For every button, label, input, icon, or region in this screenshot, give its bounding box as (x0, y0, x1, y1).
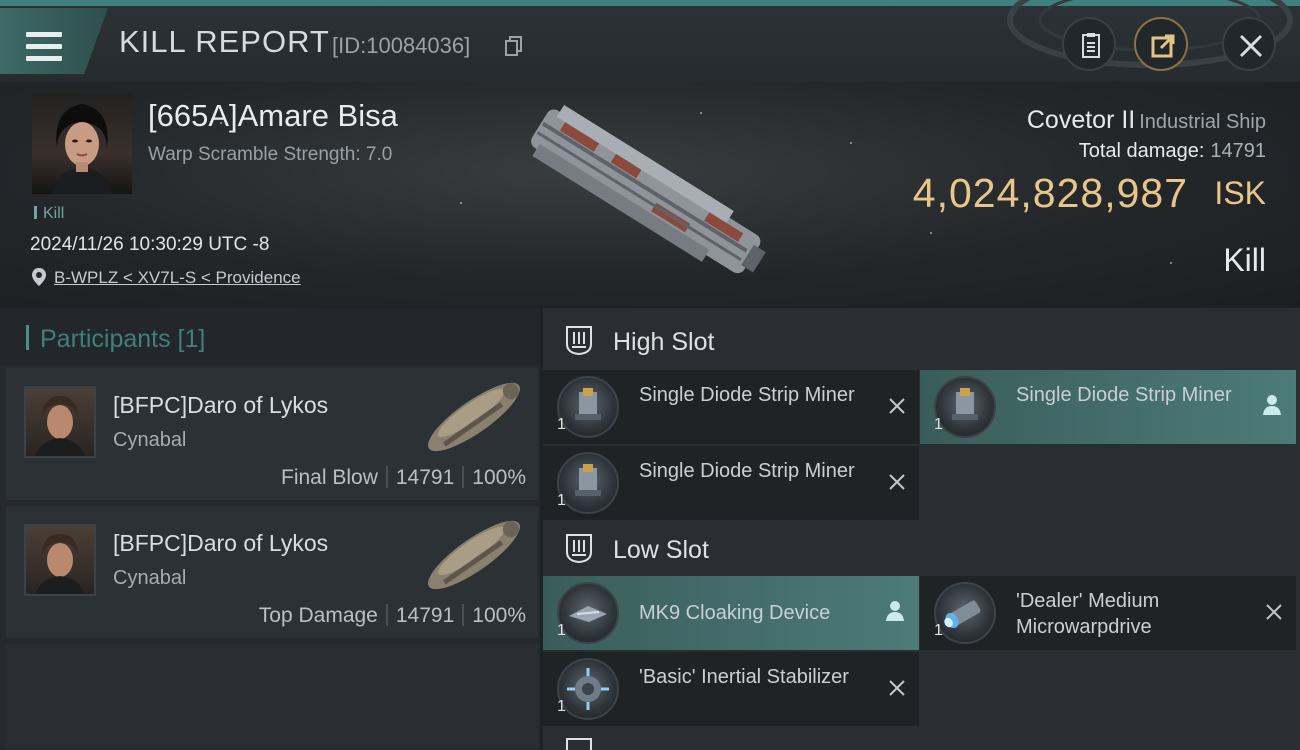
location-pin-icon (32, 268, 46, 286)
participant-ship: Cynabal (113, 567, 187, 589)
menu-button[interactable] (0, 8, 108, 74)
module-quantity: 1 (557, 622, 566, 639)
report-id: [ID:10084036] (332, 33, 471, 58)
module-name: Single Diode Strip Miner (1016, 384, 1232, 406)
destroyed-x-icon (1266, 604, 1282, 620)
destroyed-x-icon (889, 680, 905, 696)
location-link[interactable]: B-WPLZ < XV7L-S < Providence (54, 268, 301, 288)
low-slot-icon (566, 534, 592, 564)
high-slot-icon (566, 326, 592, 356)
participant-name[interactable]: [BFPC]Daro of Lykos (113, 530, 328, 557)
module-item[interactable]: 1 'Dealer' Medium Microwarpdrive (920, 576, 1296, 650)
participant-stats: Final Blow 14791 100% (281, 466, 526, 489)
fitting-panel: High Slot 1 Single Diode Strip Miner 1 S… (543, 308, 1300, 750)
strip-miner-icon (934, 376, 996, 438)
module-quantity: 1 (934, 622, 943, 639)
participants-empty-area (6, 644, 538, 748)
module-item[interactable]: 1 'Basic' Inertial Stabilizer (543, 652, 919, 726)
total-damage: Total damage: 14791 (1078, 140, 1266, 162)
menu-icon (26, 32, 62, 62)
participant-portrait[interactable] (24, 386, 96, 458)
copy-icon[interactable] (505, 36, 523, 56)
participants-panel: Participants [1] [BFPC]Daro of Lykos Cyn… (0, 308, 540, 750)
participant-row[interactable]: [BFPC]Daro of Lykos Cynabal Top Damage 14… (6, 506, 538, 638)
participant-ship-image (428, 520, 520, 590)
module-item[interactable]: 1 Single Diode Strip Miner (543, 446, 919, 520)
participants-header: Participants [1] (0, 308, 540, 366)
participant-ship-image (428, 382, 520, 452)
module-item[interactable]: 1 Single Diode Strip Miner (920, 370, 1296, 444)
next-slot-icon (566, 738, 592, 750)
destroyed-x-icon (889, 398, 905, 414)
inertial-stabilizer-icon (557, 658, 619, 720)
victim-summary: [665A]Amare Bisa Warp Scramble Strength:… (0, 82, 1300, 306)
victim-portrait[interactable] (32, 94, 132, 194)
strip-miner-icon (557, 376, 619, 438)
module-name: Single Diode Strip Miner (639, 460, 855, 482)
cloaking-device-icon (557, 582, 619, 644)
notes-button[interactable] (1062, 17, 1116, 71)
high-slot-header: High Slot (543, 310, 1300, 370)
module-quantity: 1 (557, 416, 566, 433)
isk-unit: ISK (1214, 175, 1266, 211)
module-quantity: 1 (934, 416, 943, 433)
participant-row[interactable]: [BFPC]Daro of Lykos Cynabal Final Blow 14… (6, 368, 538, 500)
low-slot-header: Low Slot (543, 518, 1300, 578)
participant-ship: Cynabal (113, 429, 187, 451)
module-name: 'Dealer' Medium Microwarpdrive (1016, 590, 1160, 638)
module-name: Single Diode Strip Miner (639, 384, 855, 406)
module-name: MK9 Cloaking Device (639, 602, 831, 624)
isk-value: 4,024,828,987 (912, 170, 1188, 216)
close-icon (1239, 34, 1263, 58)
module-quantity: 1 (557, 492, 566, 509)
kill-tag: Kill (34, 205, 64, 223)
close-button[interactable] (1222, 17, 1276, 71)
share-button[interactable] (1134, 17, 1188, 71)
low-slot-title: Low Slot (613, 536, 709, 564)
participant-portrait[interactable] (24, 524, 96, 596)
kill-result: Kill (1223, 242, 1266, 278)
strip-miner-icon (557, 452, 619, 514)
high-slot-title: High Slot (613, 328, 715, 356)
victim-name[interactable]: [665A]Amare Bisa (148, 98, 398, 134)
module-name: 'Basic' Inertial Stabilizer (639, 666, 849, 688)
module-item[interactable]: 1 MK9 Cloaking Device (543, 576, 919, 650)
module-quantity: 1 (557, 698, 566, 715)
header-bar: KILL REPORT [ID:10084036] (0, 0, 1300, 82)
share-icon (1151, 34, 1175, 58)
notes-icon (1082, 33, 1100, 58)
warp-scramble-strength: Warp Scramble Strength: 7.0 (148, 144, 393, 165)
dropped-person-icon (1263, 395, 1281, 415)
participants-title: Participants [1] (40, 325, 206, 353)
victim-ship-image[interactable] (510, 94, 790, 294)
dropped-person-icon (886, 601, 904, 621)
kill-datetime: 2024/11/26 10:30:29 UTC -8 (30, 234, 270, 255)
destroyed-x-icon (889, 474, 905, 490)
page-title: KILL REPORT (119, 24, 330, 59)
module-item[interactable]: 1 Single Diode Strip Miner (543, 370, 919, 444)
participant-name[interactable]: [BFPC]Daro of Lykos (113, 392, 328, 419)
ship-name: Covetor II Industrial Ship (1026, 106, 1266, 134)
participant-stats: Top Damage 14791 100% (258, 604, 526, 627)
microwarpdrive-icon (934, 582, 996, 644)
